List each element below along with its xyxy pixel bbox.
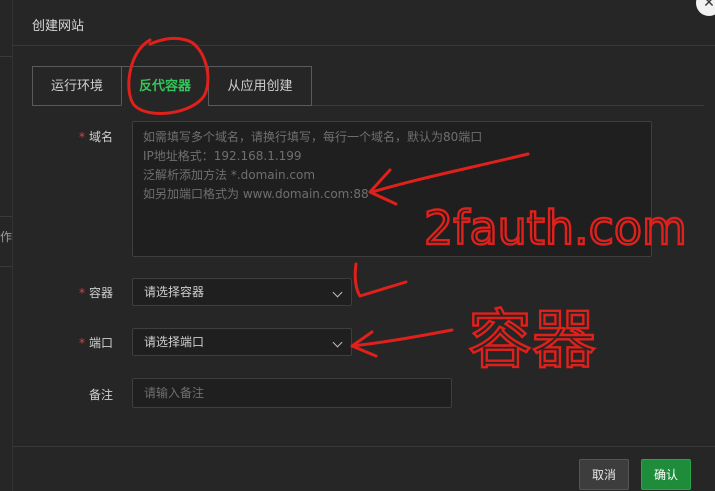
port-select[interactable]: 请选择端口 bbox=[132, 328, 352, 356]
container-select[interactable]: 请选择容器 bbox=[132, 278, 352, 306]
background-divider bbox=[0, 216, 12, 217]
create-website-dialog: 创建网站 ✕ 运行环境 反代容器 从应用创建 * 域名 如需填写多个域名，请换行填… bbox=[12, 0, 715, 491]
tab-reverse-proxy-container[interactable]: 反代容器 bbox=[121, 66, 209, 106]
tab-from-app[interactable]: 从应用创建 bbox=[208, 66, 312, 106]
container-select-value: 请选择容器 bbox=[144, 285, 205, 299]
port-select-value: 请选择端口 bbox=[144, 335, 205, 349]
container-label: * 容器 bbox=[78, 286, 113, 300]
required-mark: * bbox=[78, 130, 85, 144]
cancel-button[interactable]: 取消 bbox=[579, 459, 629, 490]
dialog-footer: 取消 确认 bbox=[13, 446, 715, 491]
confirm-button[interactable]: 确认 bbox=[641, 459, 691, 490]
domain-placeholder-line: 如需填写多个域名，请换行填写，每行一个域名，默认为80端口 bbox=[143, 130, 483, 144]
domain-placeholder-line: 如另加端口格式为 www.domain.com:88 bbox=[143, 187, 369, 201]
port-label: * 端口 bbox=[78, 336, 113, 350]
chevron-down-icon bbox=[332, 337, 343, 348]
tab-runtime-env[interactable]: 运行环境 bbox=[32, 66, 122, 106]
background-panel bbox=[0, 0, 12, 491]
domain-textarea[interactable]: 如需填写多个域名，请换行填写，每行一个域名，默认为80端口 IP地址格式：192… bbox=[132, 121, 652, 257]
required-mark: * bbox=[78, 286, 85, 300]
remark-label: 备注 bbox=[88, 388, 113, 402]
background-divider bbox=[0, 56, 12, 57]
background-divider bbox=[0, 266, 12, 267]
dialog-header: 创建网站 bbox=[13, 0, 715, 46]
chevron-down-icon bbox=[332, 287, 343, 298]
domain-label: * 域名 bbox=[78, 130, 113, 144]
background-text-fragment: 作 bbox=[0, 230, 13, 244]
domain-placeholder-line: 泛解析添加方法 *.domain.com bbox=[143, 168, 316, 182]
domain-placeholder-line: IP地址格式：192.168.1.199 bbox=[143, 149, 302, 163]
required-mark: * bbox=[78, 336, 85, 350]
remark-input[interactable]: 请输入备注 bbox=[132, 378, 452, 408]
dialog-title: 创建网站 bbox=[32, 19, 85, 34]
